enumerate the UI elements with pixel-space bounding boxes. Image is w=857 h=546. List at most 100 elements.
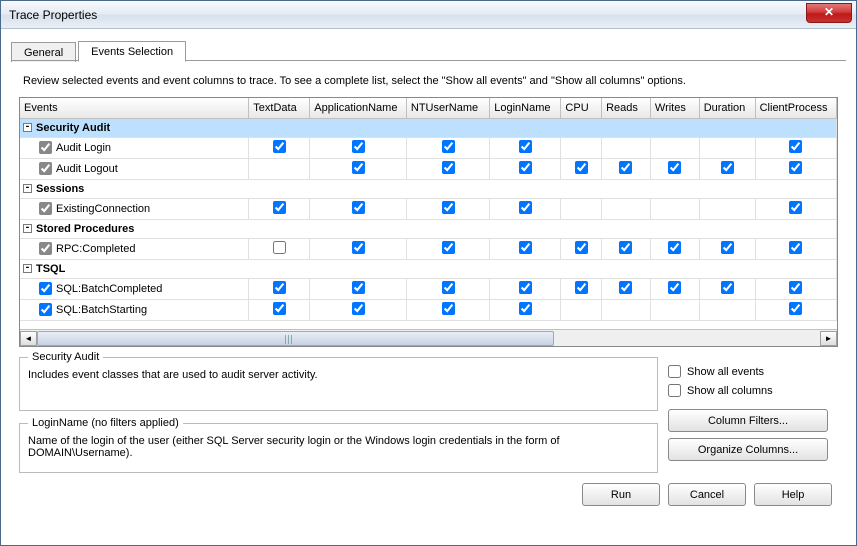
col-ntusername[interactable]: NTUserName [406, 98, 489, 118]
event-audit-logout[interactable]: Audit Logout [20, 158, 837, 179]
cell-checkbox[interactable] [789, 201, 802, 214]
cell-checkbox[interactable] [273, 241, 286, 254]
cell-checkbox[interactable] [273, 302, 286, 315]
filter-text: Name of the login of the user (either SQ… [28, 435, 649, 459]
scroll-thumb[interactable] [37, 331, 554, 346]
cell-checkbox[interactable] [442, 161, 455, 174]
cell-checkbox[interactable] [442, 140, 455, 153]
cell-checkbox[interactable] [442, 281, 455, 294]
event-enable-checkbox[interactable] [39, 141, 52, 154]
col-writes[interactable]: Writes [650, 98, 699, 118]
col-appname[interactable]: ApplicationName [310, 98, 407, 118]
cell-checkbox[interactable] [519, 302, 532, 315]
cancel-button[interactable]: Cancel [668, 483, 746, 506]
cell-checkbox[interactable] [519, 281, 532, 294]
cell-checkbox[interactable] [619, 281, 632, 294]
cell-checkbox[interactable] [789, 241, 802, 254]
description-legend: Security Audit [28, 351, 103, 363]
cell-checkbox[interactable] [352, 161, 365, 174]
filter-legend: LoginName (no filters applied) [28, 417, 183, 429]
cell-checkbox[interactable] [789, 161, 802, 174]
col-cpu[interactable]: CPU [561, 98, 602, 118]
cell-checkbox[interactable] [519, 241, 532, 254]
col-events[interactable]: Events [20, 98, 249, 118]
cell-checkbox[interactable] [789, 281, 802, 294]
show-all-events-checkbox[interactable] [668, 365, 681, 378]
cell-checkbox[interactable] [519, 140, 532, 153]
help-button[interactable]: Help [754, 483, 832, 506]
horizontal-scrollbar[interactable]: ◄ ► [20, 329, 837, 346]
col-loginname[interactable]: LoginName [490, 98, 561, 118]
cell-checkbox[interactable] [442, 241, 455, 254]
cell-checkbox[interactable] [619, 161, 632, 174]
cell-checkbox[interactable] [789, 140, 802, 153]
cell-checkbox[interactable] [352, 241, 365, 254]
cell-checkbox[interactable] [668, 281, 681, 294]
cell-checkbox[interactable] [273, 140, 286, 153]
category-sessions[interactable]: - Sessions [20, 179, 837, 198]
category-security-audit[interactable]: - Security Audit [20, 118, 837, 137]
category-label: Stored Procedures [36, 223, 134, 235]
toggle-stored-procedures[interactable]: - [23, 224, 32, 233]
organize-columns-button[interactable]: Organize Columns... [668, 438, 828, 461]
show-all-columns-checkbox[interactable] [668, 384, 681, 397]
event-label: SQL:BatchStarting [56, 304, 147, 316]
cell-checkbox[interactable] [668, 241, 681, 254]
col-clientprocess[interactable]: ClientProcess [755, 98, 836, 118]
cell-checkbox[interactable] [442, 201, 455, 214]
cell-checkbox[interactable] [619, 241, 632, 254]
category-stored-procedures[interactable]: - Stored Procedures [20, 219, 837, 238]
col-duration[interactable]: Duration [699, 98, 755, 118]
titlebar: Trace Properties ✕ [1, 1, 856, 29]
col-textdata[interactable]: TextData [249, 98, 310, 118]
event-audit-login[interactable]: Audit Login [20, 137, 837, 158]
cell-checkbox[interactable] [352, 302, 365, 315]
cell-checkbox[interactable] [789, 302, 802, 315]
event-label: SQL:BatchCompleted [56, 283, 162, 295]
toggle-tsql[interactable]: - [23, 264, 32, 273]
cell-checkbox[interactable] [442, 302, 455, 315]
column-filters-button[interactable]: Column Filters... [668, 409, 828, 432]
col-reads[interactable]: Reads [602, 98, 651, 118]
toggle-sessions[interactable]: - [23, 184, 32, 193]
toggle-security-audit[interactable]: - [23, 123, 32, 132]
event-enable-checkbox[interactable] [39, 242, 52, 255]
event-batch-starting[interactable]: SQL:BatchStarting [20, 299, 837, 320]
show-all-events[interactable]: Show all events [668, 365, 838, 378]
cell-checkbox[interactable] [575, 241, 588, 254]
cell-checkbox[interactable] [352, 140, 365, 153]
tab-events-selection[interactable]: Events Selection [78, 41, 186, 62]
cell-checkbox[interactable] [721, 161, 734, 174]
cell-checkbox[interactable] [721, 241, 734, 254]
event-batch-completed[interactable]: SQL:BatchCompleted [20, 278, 837, 299]
scroll-track[interactable] [37, 331, 820, 346]
event-enable-checkbox[interactable] [39, 202, 52, 215]
cell-checkbox[interactable] [352, 281, 365, 294]
run-button[interactable]: Run [582, 483, 660, 506]
cell-checkbox[interactable] [352, 201, 365, 214]
cell-checkbox[interactable] [668, 161, 681, 174]
scroll-right-arrow[interactable]: ► [820, 331, 837, 346]
event-label: RPC:Completed [56, 243, 135, 255]
cell-checkbox[interactable] [273, 201, 286, 214]
description-group: Security Audit Includes event classes th… [19, 351, 658, 411]
filter-group: LoginName (no filters applied) Name of t… [19, 417, 658, 473]
cell-checkbox[interactable] [519, 201, 532, 214]
show-all-columns[interactable]: Show all columns [668, 384, 838, 397]
cell-checkbox[interactable] [519, 161, 532, 174]
event-enable-checkbox[interactable] [39, 282, 52, 295]
category-label: TSQL [36, 263, 65, 275]
event-enable-checkbox[interactable] [39, 303, 52, 316]
event-rpc-completed[interactable]: RPC:Completed [20, 238, 837, 259]
cell-checkbox[interactable] [575, 281, 588, 294]
cell-checkbox[interactable] [273, 281, 286, 294]
event-enable-checkbox[interactable] [39, 162, 52, 175]
scroll-left-arrow[interactable]: ◄ [20, 331, 37, 346]
category-tsql[interactable]: - TSQL [20, 259, 837, 278]
event-existing-connection[interactable]: ExistingConnection [20, 198, 837, 219]
cell-checkbox[interactable] [575, 161, 588, 174]
review-text: Review selected events and event columns… [19, 75, 838, 97]
close-button[interactable]: ✕ [806, 3, 852, 23]
cell-checkbox[interactable] [721, 281, 734, 294]
tab-general[interactable]: General [11, 42, 76, 62]
